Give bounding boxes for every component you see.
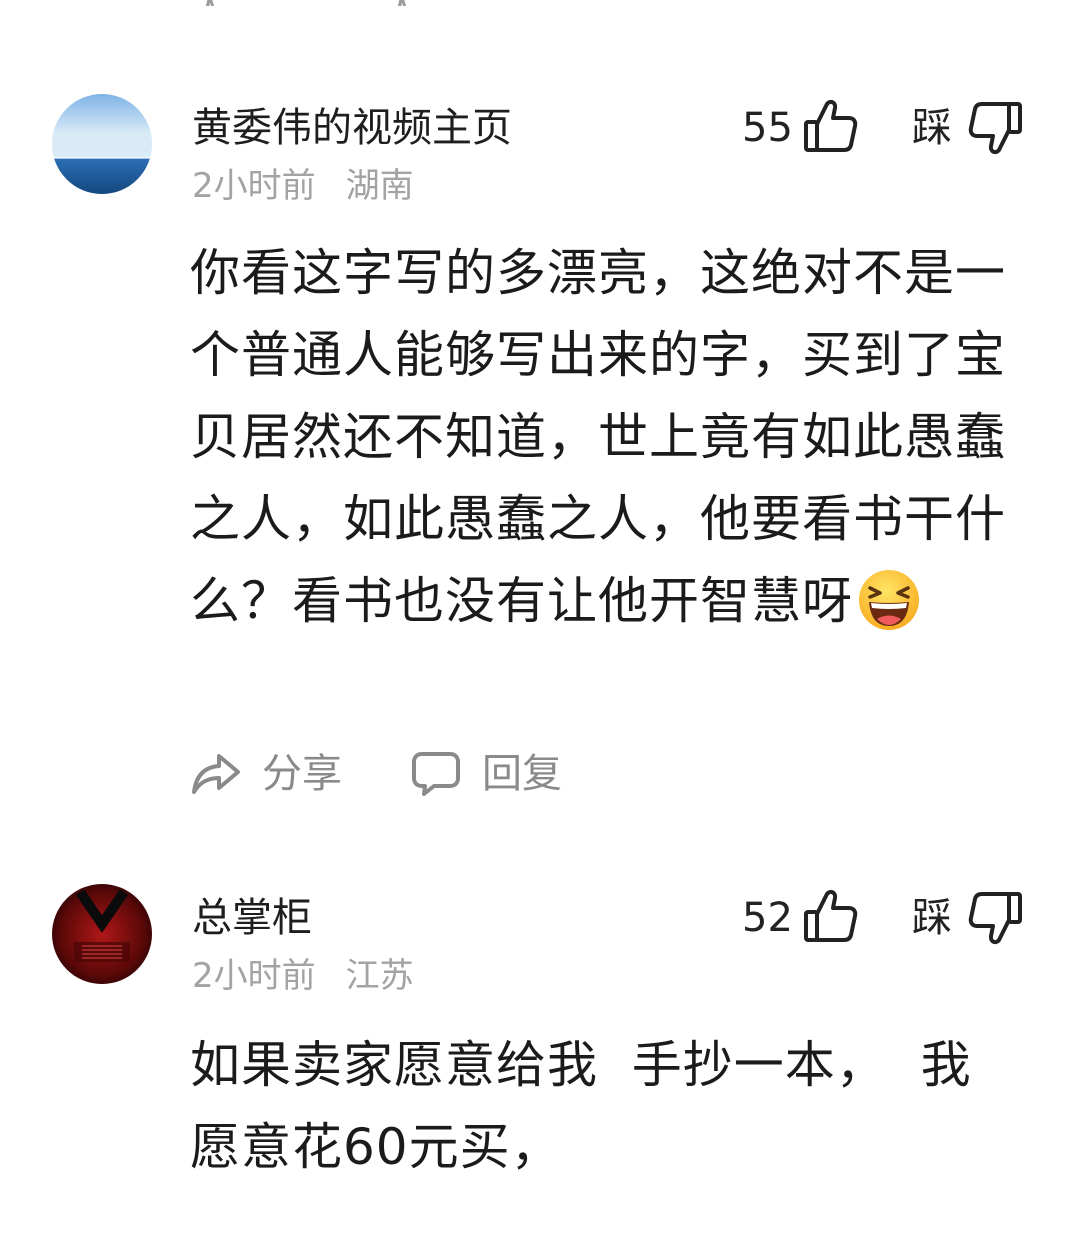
comment-text: 如果卖家愿意给我 手抄一本， 我愿意花60元买，: [190, 1036, 972, 1176]
previous-comment-actions-cutoff: 人 人: [190, 0, 450, 6]
comment-time: 2小时前: [192, 166, 316, 206]
thumbs-up-icon[interactable]: [800, 96, 860, 156]
comment-meta: 2小时前 江苏: [192, 954, 414, 998]
like-count: 55: [742, 105, 793, 151]
reply-label: 回复: [482, 751, 562, 797]
thumbs-up-icon[interactable]: [800, 886, 860, 946]
username[interactable]: 黄委伟的视频主页: [192, 102, 512, 154]
comment-icon: [412, 752, 460, 796]
share-label: 分享: [262, 751, 342, 797]
comment-actions: 分享 回复: [190, 744, 790, 804]
comment-meta: 2小时前 湖南: [192, 164, 414, 208]
laughing-emoji-icon: [857, 568, 921, 632]
thumbs-down-icon[interactable]: [966, 888, 1026, 948]
reply-button[interactable]: 回复: [410, 744, 562, 804]
share-icon: [192, 754, 240, 794]
comment-text: 你看这字写的多漂亮，这绝对不是一个普通人能够写出来的字，买到了宝贝居然还不知道，…: [190, 232, 1010, 642]
comment-location: 江苏: [345, 956, 414, 996]
dislike-label[interactable]: 踩: [912, 894, 952, 942]
comment-location: 湖南: [345, 166, 414, 206]
avatar-ocean-image: [52, 94, 152, 194]
like-count: 52: [742, 895, 793, 941]
dislike-label[interactable]: 踩: [912, 104, 952, 152]
thumbs-down-icon[interactable]: [966, 98, 1026, 158]
share-button[interactable]: 分享: [190, 744, 342, 804]
avatar[interactable]: [52, 94, 152, 194]
username[interactable]: 总掌柜: [192, 892, 312, 944]
avatar-dark-red-image: [52, 884, 152, 984]
avatar[interactable]: [52, 884, 152, 984]
comment-time: 2小时前: [192, 956, 316, 996]
